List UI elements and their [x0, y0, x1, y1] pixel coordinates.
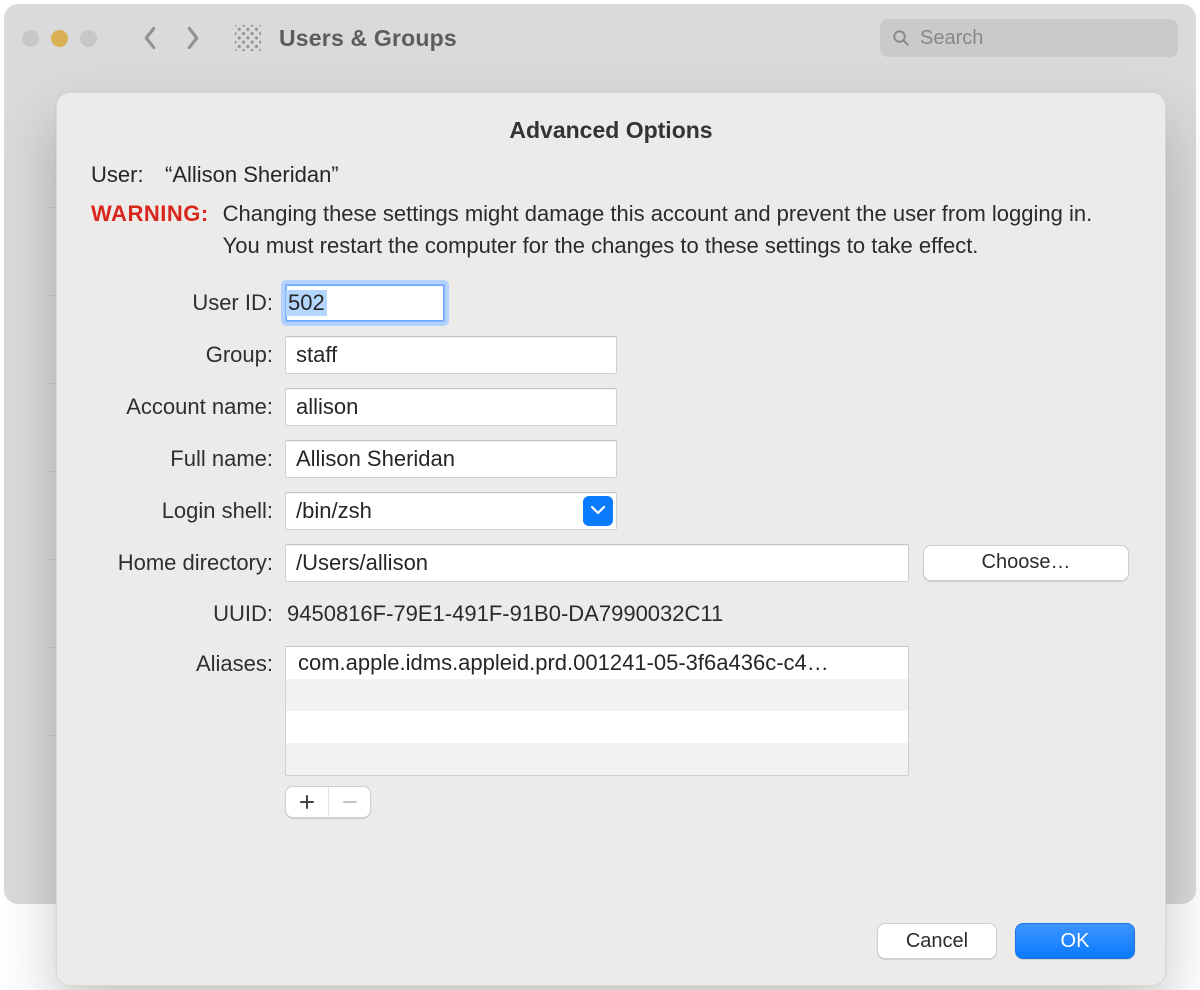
minus-icon	[342, 794, 358, 810]
user-id-field[interactable]: 502	[285, 284, 445, 322]
login-shell-dropdown-button[interactable]	[583, 496, 613, 526]
search-placeholder: Search	[920, 27, 983, 50]
uuid-label: UUID:	[91, 596, 285, 632]
plus-icon	[299, 794, 315, 810]
alias-add-remove	[285, 786, 371, 818]
minimize-window-dot[interactable]	[51, 30, 68, 47]
group-field[interactable]	[285, 336, 617, 374]
advanced-options-sheet: Advanced Options User: “Allison Sheridan…	[56, 92, 1166, 986]
close-window-dot[interactable]	[22, 30, 39, 47]
home-dir-field[interactable]	[285, 544, 909, 582]
search-field[interactable]: Search	[880, 19, 1178, 57]
window-title: Users & Groups	[279, 25, 457, 52]
traffic-lights	[22, 30, 97, 47]
alias-item[interactable]: com.apple.idms.appleid.prd.001241-05-3f6…	[286, 647, 908, 679]
cancel-button[interactable]: Cancel	[877, 923, 997, 959]
group-label: Group:	[91, 337, 285, 373]
user-id-label: User ID:	[91, 285, 285, 321]
choose-home-dir-button[interactable]: Choose…	[923, 545, 1129, 581]
home-dir-label: Home directory:	[91, 545, 285, 581]
uuid-value: 9450816F-79E1-491F-91B0-DA7990032C11	[285, 597, 725, 631]
alias-item-empty	[286, 679, 908, 711]
warning-text: Changing these settings might damage thi…	[223, 198, 1131, 262]
remove-alias-button[interactable]	[328, 787, 370, 817]
search-icon	[892, 29, 910, 47]
login-shell-combobox[interactable]: /bin/zsh	[285, 492, 617, 530]
warning-line: WARNING: Changing these settings might d…	[91, 198, 1131, 262]
user-line: User: “Allison Sheridan”	[91, 162, 1131, 188]
alias-item-empty	[286, 743, 908, 775]
account-name-label: Account name:	[91, 389, 285, 425]
login-shell-label: Login shell:	[91, 493, 285, 529]
full-name-label: Full name:	[91, 441, 285, 477]
aliases-label: Aliases:	[91, 646, 285, 682]
zoom-window-dot[interactable]	[80, 30, 97, 47]
alias-item-empty	[286, 711, 908, 743]
titlebar: Users & Groups Search	[4, 4, 1196, 72]
full-name-field[interactable]	[285, 440, 617, 478]
back-button[interactable]	[133, 21, 167, 55]
ok-button[interactable]: OK	[1015, 923, 1135, 959]
user-label: User:	[91, 162, 147, 188]
account-name-field	[285, 388, 617, 426]
sheet-title: Advanced Options	[91, 117, 1131, 144]
user-value: “Allison Sheridan”	[165, 162, 339, 188]
warning-label: WARNING:	[91, 198, 209, 262]
aliases-listbox[interactable]: com.apple.idms.appleid.prd.001241-05-3f6…	[285, 646, 909, 776]
show-all-icon[interactable]	[235, 25, 261, 51]
user-id-value: 502	[286, 290, 327, 316]
add-alias-button[interactable]	[286, 787, 328, 817]
forward-button[interactable]	[175, 21, 209, 55]
chevron-down-icon	[591, 506, 605, 515]
login-shell-value: /bin/zsh	[296, 498, 576, 524]
